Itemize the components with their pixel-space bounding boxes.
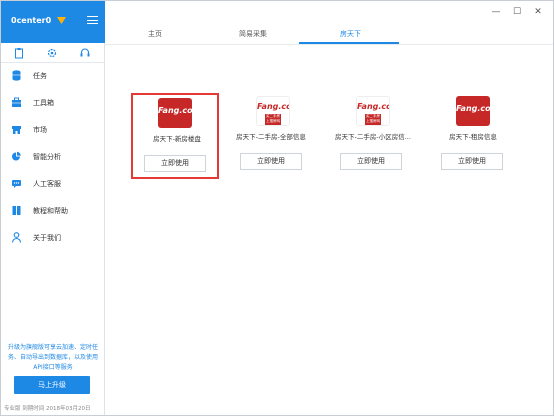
- tab-fang[interactable]: 房天下: [340, 29, 361, 39]
- sidebar-item-toolbox[interactable]: 工具箱: [1, 92, 105, 114]
- minimize-icon[interactable]: —: [491, 7, 501, 17]
- sidebar-item-label: 工具箱: [33, 99, 54, 107]
- upgrade-promo-text: 升级为旗舰版可享云加速、定时任务、自动导出到数据库，以及使用API接口等服务: [7, 344, 98, 371]
- logo-text: Fang.com: [456, 104, 490, 113]
- username: 0center0: [11, 16, 52, 25]
- hamburger-menu-icon[interactable]: [87, 16, 98, 25]
- card-title: 房天下-租房信息: [449, 133, 497, 141]
- vip-badge-icon: [57, 17, 66, 24]
- logo-text: Fang.com: [357, 102, 389, 111]
- person-icon: [11, 232, 22, 243]
- settings-gear-icon[interactable]: [46, 47, 58, 59]
- sidebar: 0center0 任务 工具箱 市场 智能分析 人工客服 教程和帮助 关于我们 …: [1, 1, 105, 415]
- sidebar-item-market[interactable]: 市场: [1, 119, 105, 141]
- maximize-icon[interactable]: ☐: [512, 7, 522, 17]
- template-card-new-homes[interactable]: Fang.com 房天下-新房楼盘 立即使用: [131, 93, 219, 179]
- fang-logo: Fang.com: [158, 98, 192, 128]
- sidebar-item-help[interactable]: 教程和帮助: [1, 200, 105, 222]
- tabs-divider: [105, 44, 553, 45]
- logo-subtitle: 买二手房 上搜房网: [365, 114, 381, 125]
- use-now-button[interactable]: 立即使用: [441, 153, 503, 170]
- template-card-second-hand-all[interactable]: Fang.com 买二手房 上搜房网 房天下-二手房-全部信息 立即使用: [227, 93, 315, 179]
- book-icon: [12, 206, 21, 215]
- license-expiry: 专业版 到期时间 2018年03月20日: [4, 406, 91, 412]
- use-now-button[interactable]: 立即使用: [144, 155, 206, 172]
- template-card-rentals[interactable]: Fang.com 房天下-租房信息 立即使用: [429, 93, 517, 179]
- close-icon[interactable]: ✕: [533, 7, 543, 17]
- tab-home[interactable]: 主页: [148, 29, 162, 39]
- sidebar-toolbar: [1, 43, 105, 63]
- card-title: 房天下-二手房-小区房信...: [335, 133, 411, 141]
- logo-subtitle: 买二手房 上搜房网: [265, 114, 281, 125]
- sidebar-item-label: 市场: [33, 126, 47, 134]
- card-title: 房天下-二手房-全部信息: [236, 133, 306, 141]
- toolbox-icon: [12, 97, 21, 107]
- sidebar-item-analysis[interactable]: 智能分析: [1, 146, 105, 168]
- pie-chart-icon: [12, 151, 21, 161]
- sidebar-item-label: 任务: [33, 72, 47, 80]
- sidebar-item-label: 教程和帮助: [33, 207, 68, 215]
- logo-text: Fang.com: [257, 102, 289, 111]
- upgrade-button[interactable]: 马上升级: [14, 376, 90, 394]
- sidebar-header: 0center0: [1, 1, 105, 43]
- database-icon: [12, 70, 21, 81]
- chat-icon: [12, 180, 21, 188]
- sidebar-item-tasks[interactable]: 任务: [1, 65, 105, 87]
- fang-logo: Fang.com 买二手房 上搜房网: [256, 96, 290, 126]
- tab-simple-collect[interactable]: 简易采集: [239, 29, 267, 39]
- logo-text: Fang.com: [158, 106, 192, 115]
- sidebar-item-label: 关于我们: [33, 234, 61, 242]
- fang-logo: Fang.com 买二手房 上搜房网: [356, 96, 390, 126]
- template-card-second-hand-community[interactable]: Fang.com 买二手房 上搜房网 房天下-二手房-小区房信... 立即使用: [329, 93, 417, 179]
- fang-logo: Fang.com: [456, 96, 490, 126]
- store-icon: [12, 126, 21, 134]
- card-title: 房天下-新房楼盘: [153, 135, 201, 143]
- headset-icon[interactable]: [79, 47, 91, 59]
- sidebar-item-label: 人工客服: [33, 180, 61, 188]
- sidebar-item-about[interactable]: 关于我们: [1, 227, 105, 249]
- sidebar-item-label: 智能分析: [33, 153, 61, 161]
- sidebar-item-support[interactable]: 人工客服: [1, 173, 105, 195]
- app-window: 0center0 任务 工具箱 市场 智能分析 人工客服 教程和帮助 关于我们 …: [0, 0, 554, 416]
- use-now-button[interactable]: 立即使用: [340, 153, 402, 170]
- use-now-button[interactable]: 立即使用: [240, 153, 302, 170]
- clipboard-icon[interactable]: [13, 47, 25, 59]
